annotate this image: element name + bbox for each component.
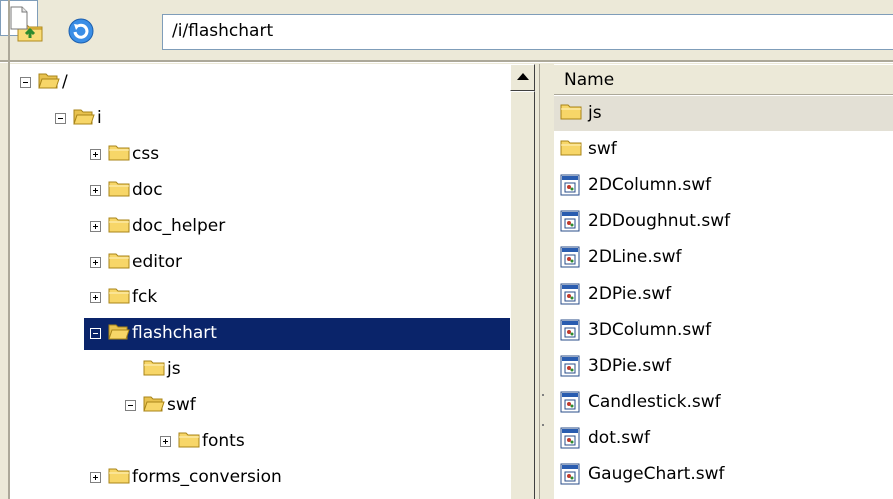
scrollbar-thumb[interactable] — [510, 91, 535, 499]
tree-item-label: forms_conversion — [132, 466, 282, 487]
tree-item-label: flashchart — [132, 323, 217, 344]
tree-item-js[interactable]: js — [10, 352, 510, 388]
tree-item-fonts[interactable]: fonts — [10, 424, 510, 460]
folder-icon — [560, 102, 582, 122]
swf-file-icon — [560, 174, 582, 196]
expand-icon[interactable] — [90, 471, 101, 483]
tree-item-doc[interactable]: doc — [10, 173, 510, 209]
splitter-line — [539, 64, 540, 499]
folder-open-icon — [73, 107, 95, 127]
tree-item-swf[interactable]: swf — [10, 388, 510, 424]
expand-icon[interactable] — [90, 148, 101, 160]
swf-file-icon — [560, 283, 582, 304]
swf-file-icon — [560, 427, 582, 449]
folder-icon — [108, 143, 130, 163]
tree-item-label: editor — [132, 251, 183, 272]
list-item-label: Candlestick.swf — [588, 391, 721, 412]
expand-icon[interactable] — [90, 292, 101, 304]
column-header-label: Name — [564, 70, 615, 90]
tree-item-label: fck — [132, 287, 158, 308]
column-header-name[interactable]: Name — [554, 64, 893, 95]
toolbar: /i/flashchart — [0, 0, 893, 64]
tree-item-label: js — [167, 359, 181, 380]
expand-icon[interactable] — [90, 220, 101, 232]
splitter-grip — [542, 424, 544, 426]
list-item[interactable]: 2DDoughnut.swf — [558, 204, 893, 239]
tree-item-label: css — [132, 143, 160, 164]
tree-item-label: i — [97, 107, 102, 128]
list-item[interactable]: 2DLine.swf — [558, 240, 893, 275]
path-input[interactable]: /i/flashchart — [162, 14, 893, 50]
list-item-label: 3DPie.swf — [588, 355, 672, 376]
list-item[interactable]: dot.swf — [558, 421, 893, 456]
list-item[interactable]: js — [554, 96, 893, 131]
list-item[interactable]: 2DColumn.swf — [558, 168, 893, 203]
folder-icon — [108, 179, 130, 199]
collapse-icon[interactable] — [55, 112, 66, 124]
folder-icon — [108, 251, 130, 271]
list-item-label: swf — [588, 139, 617, 160]
swf-file-icon — [560, 210, 582, 232]
expand-icon[interactable] — [90, 256, 101, 268]
list-item[interactable]: 2DPie.swf — [558, 277, 893, 312]
list-item[interactable]: GaugeChart.swf — [558, 457, 893, 492]
toolbar-divider — [0, 60, 893, 63]
list-item-label: 2DColumn.swf — [588, 175, 712, 196]
tree-item-root[interactable]: / — [10, 65, 510, 101]
swf-file-icon — [560, 355, 582, 377]
collapse-icon[interactable] — [20, 77, 31, 88]
tree-item-label: swf — [167, 395, 196, 416]
folder-icon — [178, 430, 200, 450]
splitter-grip — [542, 394, 544, 396]
tree-item-label: doc — [132, 179, 163, 200]
tree-item-label: / — [62, 72, 68, 92]
tree-item-i[interactable]: i — [10, 101, 510, 137]
tree-item-fck[interactable]: fck — [10, 280, 510, 316]
tree-item-label: doc_helper — [132, 215, 226, 236]
tree-item-forms-conversion[interactable]: forms_conversion — [10, 460, 510, 496]
swf-file-icon — [560, 463, 582, 485]
tree-item-css[interactable]: css — [10, 137, 510, 173]
list-item-label: 3DColumn.swf — [588, 319, 712, 340]
folder-icon — [143, 358, 165, 378]
folder-icon — [108, 466, 130, 486]
list-item-label: 2DLine.swf — [588, 247, 682, 268]
folder-open-icon — [108, 322, 130, 342]
refresh-icon[interactable] — [66, 16, 96, 46]
collapse-icon[interactable] — [125, 400, 136, 412]
pane-splitter[interactable] — [535, 64, 554, 499]
file-list[interactable]: Name js swf 2DColumn.swf 2DDoughnut.swf 2DLi… — [554, 64, 893, 499]
swf-file-icon — [560, 391, 582, 413]
folder-icon — [108, 215, 130, 235]
list-item[interactable]: 3DPie.swf — [558, 349, 893, 384]
folder-open-icon — [143, 394, 165, 414]
folder-icon — [108, 286, 130, 306]
folder-tree[interactable]: / i css doc doc_helpereditor fck flashchart js s… — [10, 64, 510, 499]
expand-icon[interactable] — [160, 436, 171, 447]
list-item-label: js — [588, 103, 602, 123]
tree-item-label: fonts — [202, 431, 245, 451]
collapse-icon[interactable] — [90, 328, 101, 340]
list-item[interactable]: swf — [558, 132, 893, 167]
scroll-up-button[interactable] — [510, 64, 535, 91]
list-item-label: GaugeChart.swf — [588, 464, 725, 484]
swf-file-icon — [560, 319, 582, 341]
tree-item-flashchart[interactable]: flashchart — [10, 316, 510, 352]
folder-open-icon — [38, 71, 60, 91]
list-item-label: dot.swf — [588, 427, 651, 448]
tree-item-doc-helper[interactable]: doc_helper — [10, 209, 510, 245]
swf-file-icon — [560, 246, 582, 268]
list-item-label: 2DDoughnut.swf — [588, 211, 731, 232]
list-item[interactable]: Candlestick.swf — [558, 385, 893, 420]
folder-icon — [560, 138, 582, 158]
expand-icon[interactable] — [90, 184, 101, 196]
list-item-label: 2DPie.swf — [588, 283, 672, 304]
tree-item-editor[interactable]: editor — [10, 245, 510, 281]
list-item[interactable]: 3DColumn.swf — [558, 313, 893, 348]
